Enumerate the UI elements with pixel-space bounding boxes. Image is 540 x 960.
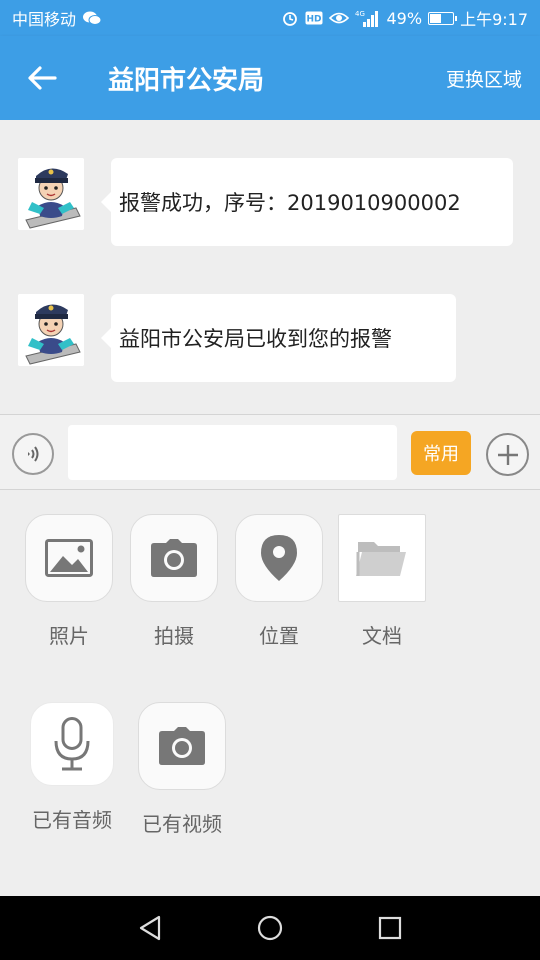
page-title: 益阳市公安局 — [108, 65, 265, 96]
tool-label: 已有音频 — [32, 808, 112, 832]
location-button[interactable] — [235, 514, 323, 602]
image-icon — [45, 539, 93, 577]
tool-document[interactable]: 文档 — [337, 514, 427, 649]
tool-label: 位置 — [259, 624, 299, 648]
alarm-icon — [281, 9, 299, 27]
tool-label: 已有视频 — [142, 812, 222, 836]
tool-existing-audio[interactable]: 已有音频 — [24, 702, 120, 833]
tool-label: 照片 — [49, 624, 89, 648]
camera-icon — [151, 539, 197, 577]
input-bar: 常用 — [0, 414, 540, 490]
microphone-icon — [54, 717, 90, 771]
nav-back-button[interactable] — [120, 898, 180, 958]
clock-time: 上午9:17 — [460, 10, 528, 29]
back-button[interactable] — [0, 36, 84, 120]
tool-location[interactable]: 位置 — [234, 514, 324, 649]
existing-audio-button[interactable] — [30, 702, 114, 786]
status-bar: 中国移动 HD 4G 49% 上午9:17 — [0, 0, 540, 36]
more-options-button[interactable] — [486, 433, 529, 476]
app-header: 益阳市公安局 更换区域 — [0, 36, 540, 120]
police-avatar — [18, 294, 84, 366]
tool-label: 文档 — [362, 624, 402, 648]
voice-wave-icon — [28, 446, 39, 462]
capture-button[interactable] — [130, 514, 218, 602]
photo-button[interactable] — [25, 514, 113, 602]
police-avatar — [18, 158, 84, 230]
message-bubble: 报警成功，序号：2019010900002 — [101, 158, 513, 246]
attachment-panel: 照片 拍摄 位置 文档 已有音频 已有视频 — [0, 490, 540, 896]
message-bubble: 益阳市公安局已收到您的报警 — [101, 294, 456, 382]
wechat-icon — [82, 10, 102, 26]
tool-label: 拍摄 — [154, 624, 194, 648]
location-pin-icon — [261, 535, 297, 581]
existing-video-button[interactable] — [138, 702, 226, 790]
svg-text:4G: 4G — [355, 10, 365, 18]
folder-icon — [356, 542, 406, 576]
plus-icon — [497, 444, 518, 465]
hd-icon: HD — [305, 11, 323, 25]
chat-message: 报警成功，序号：2019010900002 — [18, 158, 513, 246]
circle-home-icon — [257, 915, 283, 941]
eye-icon — [328, 11, 349, 25]
nav-home-button[interactable] — [240, 898, 300, 958]
tool-existing-video[interactable]: 已有视频 — [134, 702, 230, 837]
signal-icon: 4G — [355, 9, 381, 27]
battery-icon — [428, 11, 458, 25]
system-nav-bar — [0, 896, 540, 960]
back-arrow-icon — [28, 66, 57, 90]
message-input[interactable] — [68, 425, 397, 480]
triangle-back-icon — [139, 915, 161, 941]
switch-area-button[interactable]: 更换区域 — [446, 65, 522, 92]
square-recents-icon — [378, 916, 402, 940]
carrier-name: 中国移动 — [12, 10, 77, 29]
video-camera-icon — [159, 727, 205, 765]
voice-input-button[interactable] — [12, 433, 54, 475]
document-button[interactable] — [338, 514, 426, 602]
battery-percent: 49% — [386, 8, 423, 28]
nav-recents-button[interactable] — [360, 898, 420, 958]
common-phrases-button[interactable]: 常用 — [411, 431, 471, 475]
tool-capture[interactable]: 拍摄 — [129, 514, 219, 649]
chat-area: 报警成功，序号：2019010900002 益阳市公安局已收到您的报警 — [0, 120, 540, 414]
chat-message: 益阳市公安局已收到您的报警 — [18, 294, 456, 382]
svg-text:HD: HD — [306, 15, 321, 25]
tool-photo[interactable]: 照片 — [24, 514, 114, 649]
